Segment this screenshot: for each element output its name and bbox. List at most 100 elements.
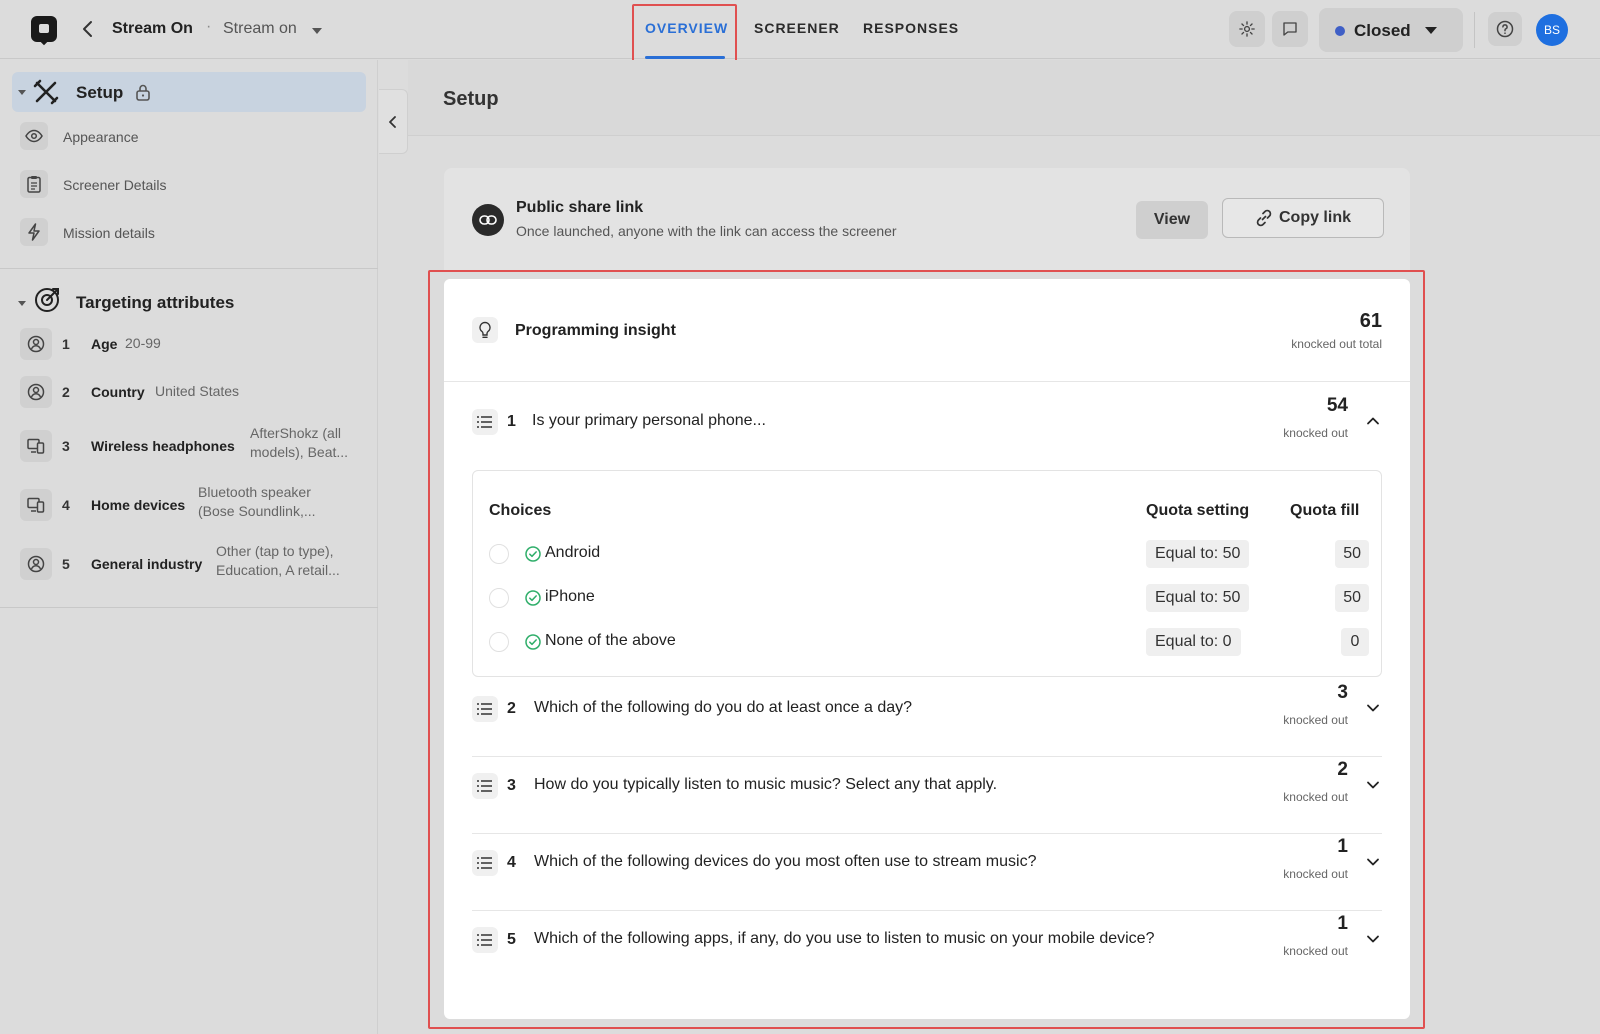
user-badge-icon [20,328,52,360]
targeting-attribute-general-industry[interactable]: 5 General industry Other (tap to type), … [20,542,370,586]
question-text: Is your primary personal phone... [532,412,766,429]
knocked-out-label: knocked out [1283,944,1348,958]
choice-radio[interactable] [489,588,509,608]
targeting-attribute-age[interactable]: 1 Age 20-99 [20,322,370,366]
list-icon [472,696,498,722]
project-name[interactable]: Stream On [112,20,193,38]
knocked-out-label: knocked out [1283,426,1348,440]
sidebar-divider [0,607,378,608]
targeting-attribute-wireless-headphones[interactable]: 3 Wireless headphones AfterShokz (all mo… [20,424,370,468]
question-row-4[interactable]: 4 Which of the following devices do you … [472,831,1382,893]
chevron-down-icon[interactable] [312,28,322,34]
caret-down-icon[interactable] [18,301,26,306]
chevron-down-icon[interactable] [1364,699,1382,717]
targeting-attribute-home-devices[interactable]: 4 Home devices Bluetooth speaker (Bose S… [20,483,370,527]
targeting-attribute-country[interactable]: 2 Country United States [20,370,370,414]
question-row-3[interactable]: 3 How do you typically listen to music m… [472,754,1382,816]
question-number: 4 [507,854,516,871]
lightbulb-icon [472,317,498,343]
clipboard-icon [20,170,48,198]
quota-setting-value: Equal to: 50 [1146,584,1250,612]
choice-row: Android Equal to: 50 50 [489,538,1369,570]
chevron-up-icon[interactable] [1364,412,1382,430]
chat-icon [1283,22,1297,36]
list-icon [472,850,498,876]
view-button[interactable]: View [1136,201,1208,239]
caret-down-icon[interactable] [18,90,26,95]
help-button[interactable] [1488,12,1522,46]
status-dropdown[interactable]: Closed [1319,8,1463,52]
comments-button[interactable] [1272,11,1308,47]
main-header [408,60,1600,136]
chevron-down-icon [1425,27,1437,34]
share-link-title: Public share link [516,199,644,216]
app-logo[interactable] [31,16,57,42]
knocked-out-count: 3 [1337,682,1348,703]
attribute-value: Bluetooth speaker (Bose Soundlink,... [198,484,316,519]
question-row-2[interactable]: 2 Which of the following do you do at le… [472,677,1382,739]
knocked-out-total-label: knocked out total [1291,337,1382,351]
chevron-down-icon[interactable] [1364,853,1382,871]
attribute-value: 20-99 [125,335,161,351]
choice-row: iPhone Equal to: 50 50 [489,582,1369,614]
chevron-down-icon[interactable] [1364,930,1382,948]
attribute-name: General industry [91,556,203,572]
quota-setting-value: Equal to: 50 [1146,540,1250,568]
tab-screener[interactable]: SCREENER [754,20,840,36]
knocked-out-label: knocked out [1283,867,1348,881]
sidebar-targeting-title[interactable]: Targeting attributes [76,293,234,313]
choice-label: None of the above [545,632,676,649]
copy-link-button[interactable]: Copy link [1222,198,1384,238]
quota-setting-header: Quota setting [1146,502,1250,519]
sidebar-item-mission-details[interactable]: Mission details [20,218,360,248]
back-arrow-icon[interactable] [76,17,100,41]
divider [444,381,1410,382]
question-text: Which of the following apps, if any, do … [534,930,1155,947]
project-sub-name[interactable]: Stream on [223,20,297,38]
devices-icon [20,489,52,521]
knocked-out-label: knocked out [1283,713,1348,727]
list-icon [472,773,498,799]
choices-header: Choices [489,502,552,519]
choice-radio[interactable] [489,544,509,564]
check-circle-icon [525,590,541,606]
choices-panel: Choices Quota setting Quota fill Android… [472,470,1382,677]
quota-fill-value: 50 [1335,540,1369,568]
choice-label: iPhone [545,588,595,605]
avatar[interactable]: BS [1536,14,1568,46]
list-icon [472,927,498,953]
gear-icon [1239,21,1255,37]
help-icon [1496,20,1514,38]
chevron-down-icon[interactable] [1364,776,1382,794]
share-link-description: Once launched, anyone with the link can … [516,223,897,239]
question-text: How do you typically listen to music mus… [534,776,998,793]
choice-label: Android [545,544,601,561]
question-number: 2 [507,700,516,717]
sidebar-item-label: Mission details [63,225,155,241]
programming-insight-card: Programming insight 61 knocked out total… [444,279,1410,1019]
top-bar: Stream On · Stream on OVERVIEW SCREENER … [0,0,1600,59]
sidebar-divider [0,268,378,269]
quota-fill-value: 50 [1335,584,1369,612]
collapse-sidebar-button[interactable] [379,89,408,154]
chevron-left-icon [389,115,396,128]
question-text: Which of the following do you do at leas… [534,699,913,716]
attribute-value: Other (tap to type), Education, A retail… [216,543,340,578]
attribute-name: Age [91,336,118,352]
attribute-number: 3 [62,438,70,454]
user-circle-icon [20,548,52,580]
question-number: 3 [507,777,516,794]
question-row-1[interactable]: 1 Is your primary personal phone... 54 k… [472,390,1382,452]
question-row-5[interactable]: 5 Which of the following apps, if any, d… [472,908,1382,970]
tab-responses[interactable]: RESPONSES [863,20,959,36]
settings-button[interactable] [1229,11,1265,47]
attribute-name: Country [91,384,145,400]
sidebar-section-setup[interactable]: Setup [12,72,366,112]
attribute-number: 1 [62,336,70,352]
lock-icon [136,84,150,101]
question-number: 5 [507,931,516,948]
choice-radio[interactable] [489,632,509,652]
insight-title: Programming insight [515,322,676,339]
sidebar-item-screener-details[interactable]: Screener Details [20,170,360,200]
sidebar-item-appearance[interactable]: Appearance [20,122,360,152]
